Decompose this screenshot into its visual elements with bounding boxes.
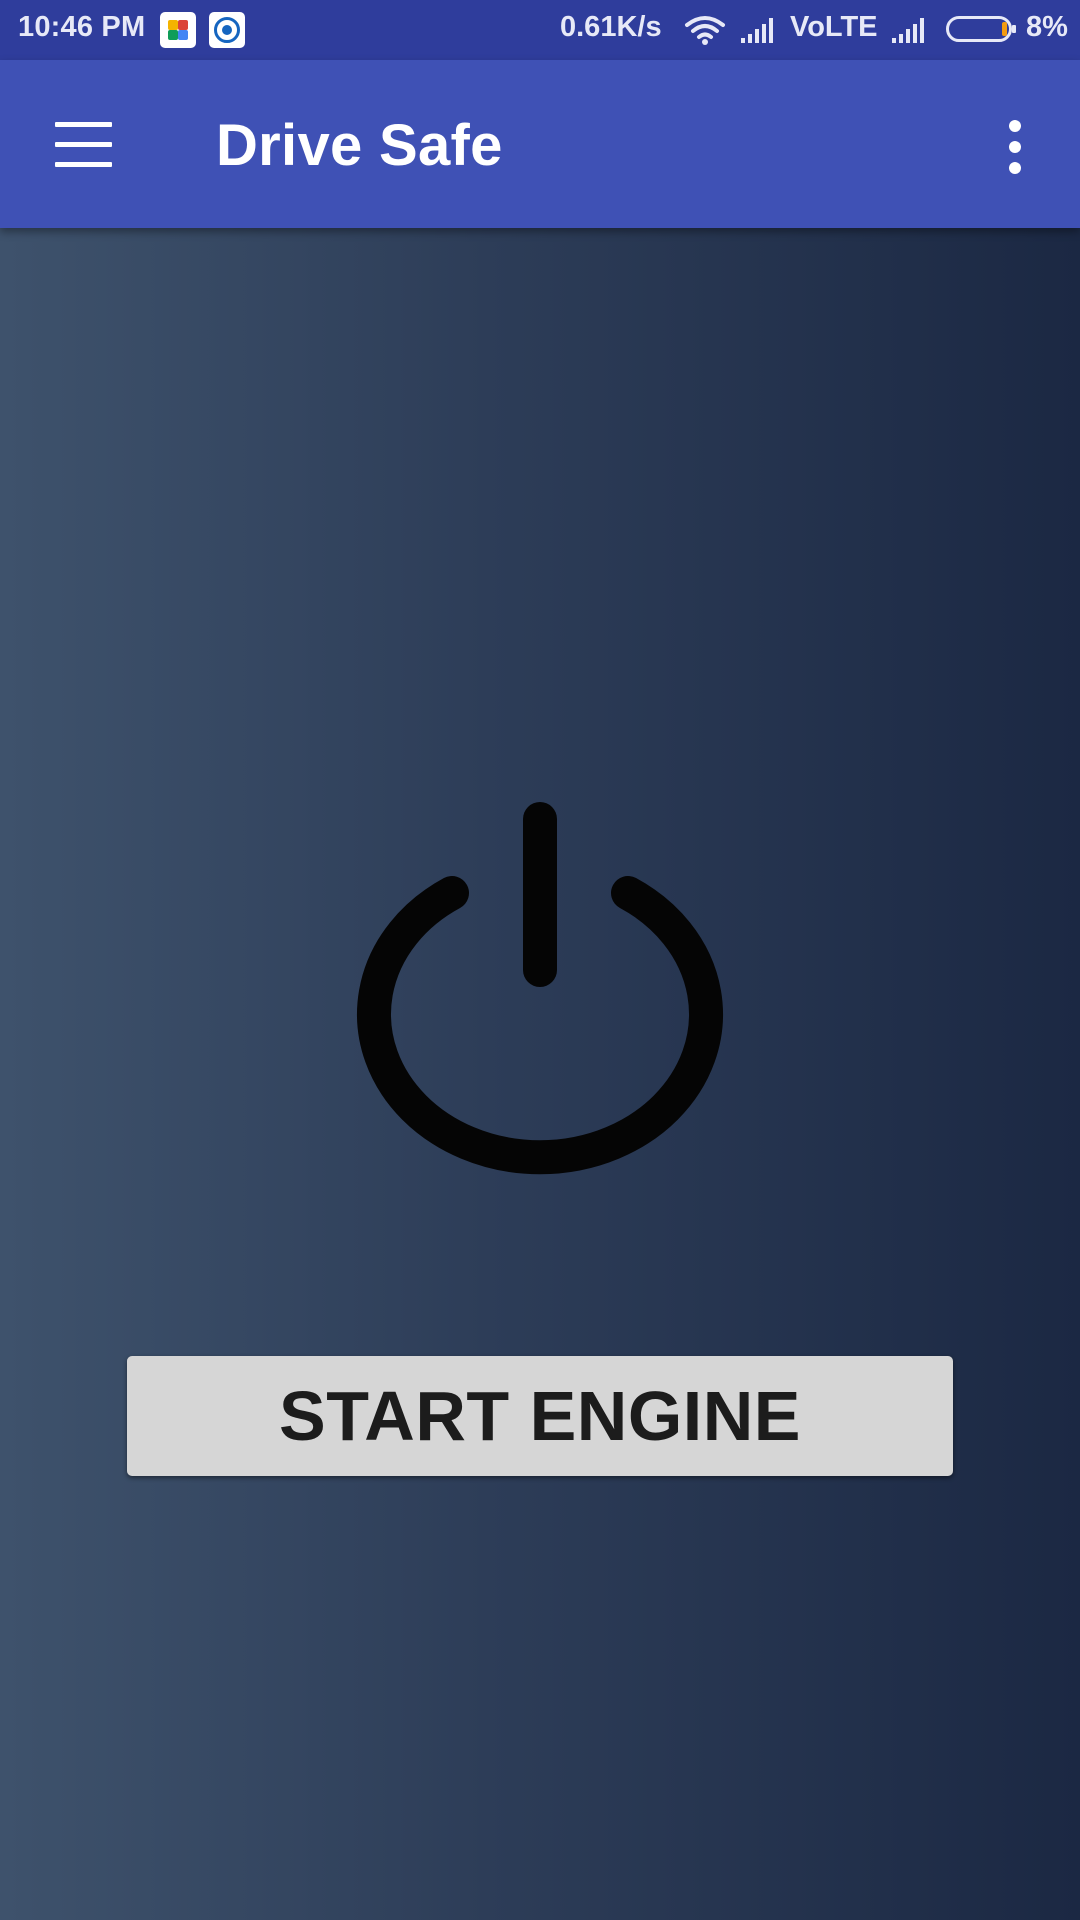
network-speed: 0.61K/s (560, 11, 662, 43)
camera-icon (209, 12, 245, 48)
play-games-icon (160, 12, 196, 48)
battery-percent: 8% (1026, 11, 1068, 43)
status-time: 10:46 PM (18, 11, 146, 43)
battery-icon (946, 16, 1016, 42)
start-engine-button[interactable]: START ENGINE (127, 1356, 953, 1476)
app-title: Drive Safe (216, 113, 503, 178)
signal-icon (892, 18, 924, 43)
status-bar: 10:46 PM 0.61K/s VoLTE 8% (0, 0, 1080, 60)
wifi-icon (685, 16, 725, 45)
network-type: VoLTE (790, 11, 878, 43)
power-icon[interactable] (340, 790, 740, 1190)
app-bar: Drive Safe (0, 60, 1080, 228)
more-vert-icon[interactable] (984, 110, 1044, 182)
battery-level (1002, 22, 1007, 36)
menu-icon[interactable] (40, 110, 128, 182)
signal-icon (741, 18, 773, 43)
